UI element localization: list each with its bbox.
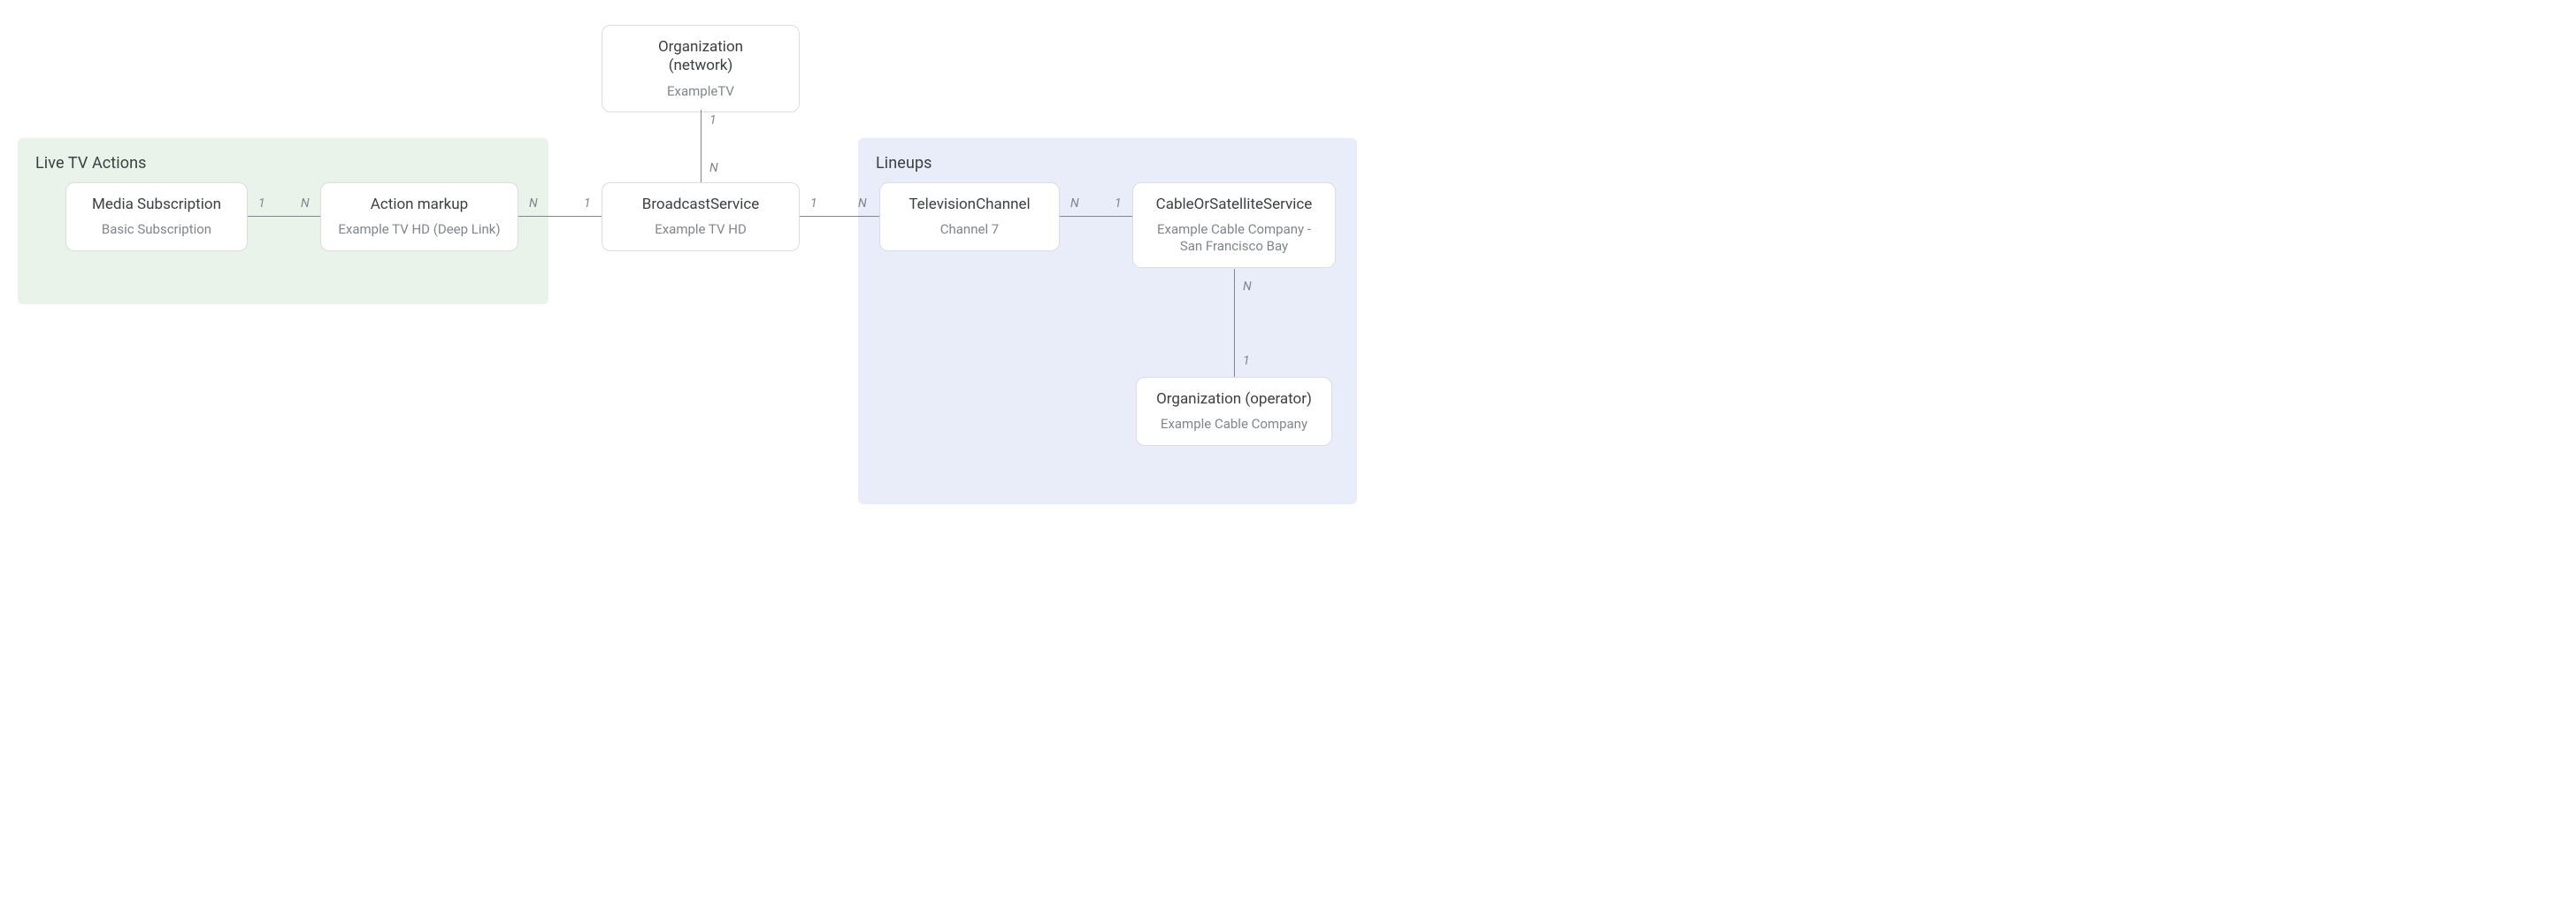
node-media-subscription: Media Subscription Basic Subscription	[65, 182, 248, 251]
cardinality-many: N	[1241, 280, 1254, 294]
node-cable-satellite-service: CableOrSatelliteService Example Cable Co…	[1132, 182, 1336, 268]
cardinality-one: 1	[1241, 354, 1252, 368]
node-organization-operator: Organization (operator) Example Cable Co…	[1136, 377, 1332, 446]
node-subtitle: Basic Subscription	[82, 221, 231, 238]
node-title: Organization (operator)	[1153, 390, 1315, 409]
cardinality-many: N	[527, 196, 540, 211]
node-subtitle: ExampleTV	[618, 83, 783, 100]
group-title-lineups: Lineups	[876, 154, 1339, 173]
node-title: Organization (network)	[618, 38, 783, 76]
cardinality-one: 1	[582, 196, 593, 211]
node-title: Action markup	[337, 196, 502, 214]
cardinality-one: 1	[708, 113, 718, 127]
cardinality-many: N	[708, 161, 720, 175]
connector	[1234, 269, 1235, 377]
node-subtitle: Example Cable Company	[1153, 416, 1315, 433]
node-subtitle: Example Cable Company - San Francisco Ba…	[1149, 221, 1319, 255]
connector	[701, 110, 702, 182]
cardinality-many: N	[299, 196, 311, 211]
connector	[800, 216, 879, 217]
node-title: CableOrSatelliteService	[1149, 196, 1319, 214]
cardinality-one: 1	[809, 196, 819, 211]
connector	[518, 216, 602, 217]
node-organization-network: Organization (network) ExampleTV	[602, 25, 800, 112]
node-title: Media Subscription	[82, 196, 231, 214]
cardinality-one: 1	[1113, 196, 1123, 211]
connector	[248, 216, 320, 217]
cardinality-many: N	[1069, 196, 1081, 211]
node-title: BroadcastService	[618, 196, 783, 214]
diagram-canvas: Live TV Actions Lineups Organization (ne…	[0, 0, 1380, 531]
node-subtitle: Channel 7	[896, 221, 1043, 238]
cardinality-many: N	[856, 196, 869, 211]
group-title-live-tv: Live TV Actions	[35, 154, 531, 173]
node-broadcast-service: BroadcastService Example TV HD	[602, 182, 800, 251]
cardinality-one: 1	[257, 196, 267, 211]
node-subtitle: Example TV HD	[618, 221, 783, 238]
node-title: TelevisionChannel	[896, 196, 1043, 214]
connector	[1060, 216, 1132, 217]
node-subtitle: Example TV HD (Deep Link)	[337, 221, 502, 238]
node-television-channel: TelevisionChannel Channel 7	[879, 182, 1060, 251]
node-action-markup: Action markup Example TV HD (Deep Link)	[320, 182, 518, 251]
